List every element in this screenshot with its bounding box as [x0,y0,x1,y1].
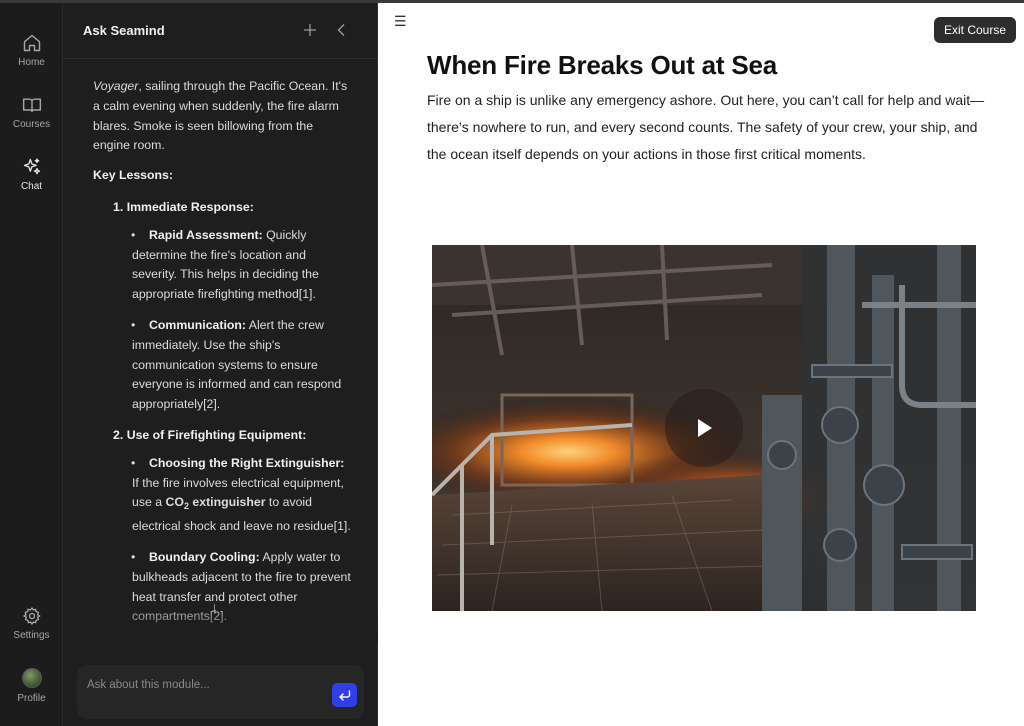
exit-course-button[interactable]: Exit Course [934,17,1017,43]
bullet-title: Boundary Cooling: [149,549,260,564]
menu-button[interactable]: ☰ [394,13,407,30]
lesson-title-text: Use of Firefighting Equipment: [126,427,307,442]
key-lessons-heading: Key Lessons: [93,168,173,183]
send-icon [339,689,351,701]
send-button[interactable] [332,683,357,707]
sparkle-icon [23,158,40,175]
chat-input[interactable] [87,675,317,695]
plus-icon [304,24,316,36]
lesson-item: 2. Use of Firefighting Equipment: Choosi… [113,426,353,627]
gear-icon [22,607,41,626]
chevron-left-icon [337,24,345,36]
extinguisher-text: extinguisher [188,495,266,510]
nav-home-label: Home [18,57,45,68]
nav-settings[interactable]: Settings [0,606,63,641]
list-item: Choosing the Right Extinguisher: If the … [131,454,353,537]
nav-profile[interactable]: Profile [0,668,63,704]
bullet-title: Rapid Assessment: [149,227,263,242]
play-icon [698,419,712,437]
list-item: Rapid Assessment: Quickly determine the … [131,226,353,305]
lesson-title: 1. Immediate Response: [113,198,353,218]
chat-messages: Voyager, sailing through the Pacific Oce… [93,77,353,637]
lesson-title: 2. Use of Firefighting Equipment: [113,426,353,446]
video-player[interactable] [432,245,976,611]
chat-header: Ask Seamind [63,3,378,59]
nav-home[interactable]: Home [0,33,63,68]
nav-profile-label: Profile [17,693,46,704]
intro-paragraph: Fire on a ship is unlike any emergency a… [427,92,985,162]
chat-panel: Ask Seamind Voyager, sailing through the… [63,3,378,726]
menu-icon: ☰ [394,13,407,29]
co2-label: CO2 extinguisher [165,495,266,511]
lesson-title-text: Immediate Response: [126,199,254,214]
nav-courses[interactable]: Courses [0,95,63,130]
lesson-item: 1. Immediate Response: Rapid Assessment:… [113,198,353,415]
arrow-down-icon: ↓ [211,599,218,615]
chat-title: Ask Seamind [83,23,165,38]
vessel-name: Voyager [93,79,139,93]
nav-settings-label: Settings [13,630,50,641]
bullet-title: Communication: [149,317,247,332]
lesson-number: 1. [113,199,124,214]
play-button[interactable] [665,389,743,467]
chat-intro: Voyager, sailing through the Pacific Oce… [93,77,353,156]
book-icon [22,98,41,113]
nav-courses-label: Courses [12,119,51,130]
scroll-fade [63,603,378,643]
bullet-title: Choosing the Right Extinguisher: [149,455,345,470]
chat-input-box [77,665,364,719]
page-title: When Fire Breaks Out at Sea [427,50,778,80]
avatar [21,668,42,688]
scroll-down-button[interactable]: ↓ [211,599,218,615]
nav-rail: Home Courses Chat Settings Profile [0,3,63,726]
collapse-chat-button[interactable] [332,20,352,40]
nav-chat[interactable]: Chat [0,157,63,192]
list-item: Communication: Alert the crew immediatel… [131,316,353,415]
lesson-number: 2. [113,427,124,442]
course-content: ☰ Exit Course When Fire Breaks Out at Se… [378,3,1024,726]
co-text: CO [165,495,184,510]
nav-chat-label: Chat [20,181,43,192]
new-chat-button[interactable] [300,20,320,40]
home-icon [23,34,40,52]
